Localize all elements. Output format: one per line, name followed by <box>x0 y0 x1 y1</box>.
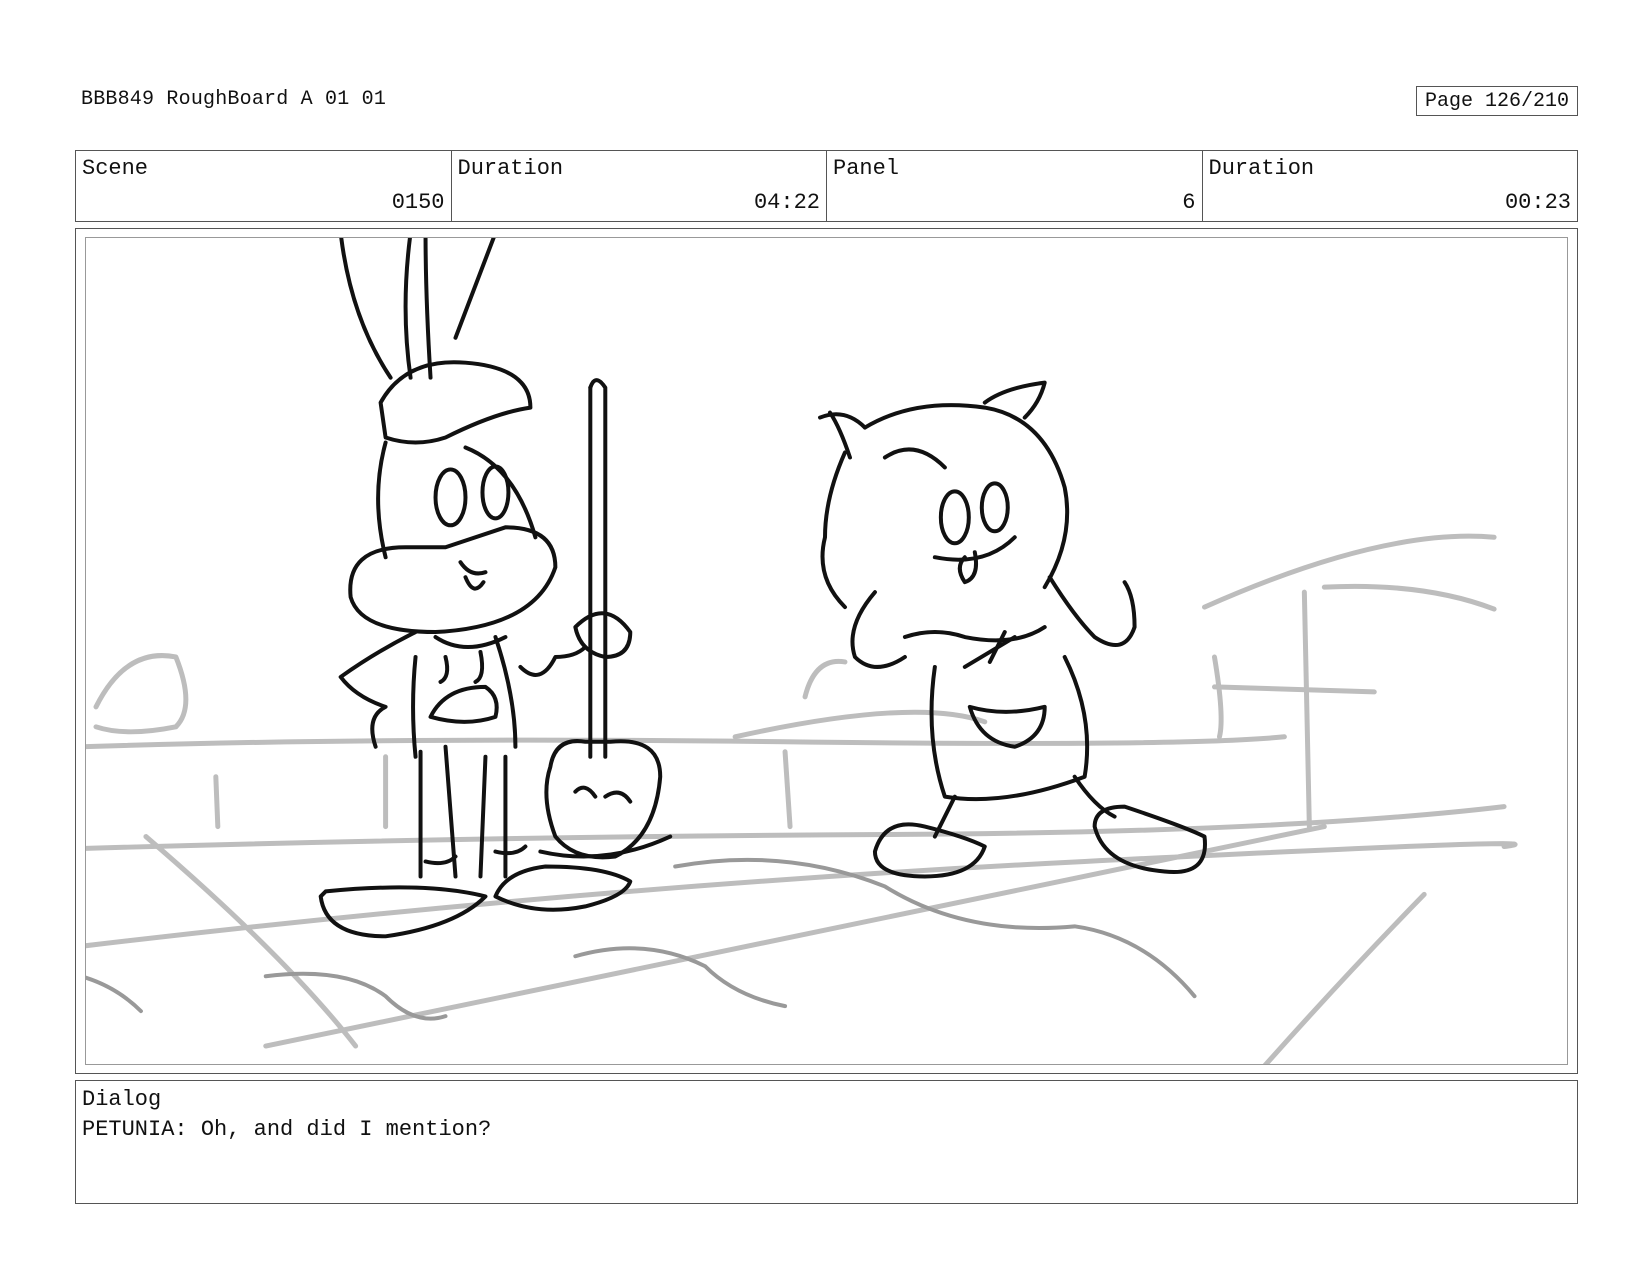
scene-duration-label: Duration <box>457 156 564 181</box>
scene-cell: Scene 0150 <box>76 151 452 221</box>
pig-character-sketch <box>818 380 1207 879</box>
dialog-text: PETUNIA: Oh, and did I mention? <box>82 1117 492 1142</box>
storyboard-sketch <box>86 238 1518 1064</box>
panel-label: Panel <box>833 156 900 181</box>
background-sketch <box>86 533 1518 1064</box>
ground-shadow-sketch <box>86 857 1197 1021</box>
storyboard-frame <box>75 228 1578 1074</box>
document-title: BBB849 RoughBoard A 01 01 <box>81 88 387 111</box>
rabbit-character-sketch <box>318 238 633 939</box>
page-number-badge: Page 126/210 <box>1416 86 1578 116</box>
panel-value: 6 <box>1182 190 1196 215</box>
panel-cell: Panel 6 <box>827 151 1203 221</box>
shovel-sketch <box>538 378 673 860</box>
panel-duration-label: Duration <box>1208 156 1315 181</box>
scene-info-bar: Scene 0150 Duration 04:22 Panel 6 Durati… <box>75 150 1578 222</box>
dialog-box: Dialog PETUNIA: Oh, and did I mention? <box>75 1080 1578 1204</box>
scene-value: 0150 <box>391 190 445 215</box>
panel-duration-cell: Duration 00:23 <box>1203 151 1578 221</box>
dialog-label: Dialog <box>82 1087 162 1112</box>
panel-duration-value: 00:23 <box>1504 190 1571 215</box>
scene-duration-value: 04:22 <box>753 190 820 215</box>
storyboard-panel <box>85 237 1568 1065</box>
scene-duration-cell: Duration 04:22 <box>452 151 827 221</box>
scene-label: Scene <box>82 156 149 181</box>
